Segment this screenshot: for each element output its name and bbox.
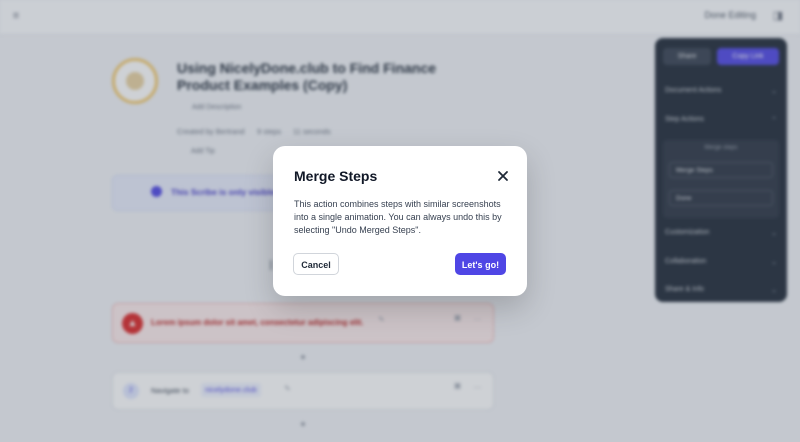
merge-steps-dialog: Merge Steps This action combines steps w… [273, 146, 527, 296]
cancel-button[interactable]: Cancel [293, 253, 339, 275]
dialog-title: Merge Steps [294, 168, 378, 184]
lets-go-button[interactable]: Let's go! [455, 253, 506, 275]
dialog-description: This action combines steps with similar … [294, 199, 502, 235]
close-icon[interactable] [495, 168, 511, 184]
